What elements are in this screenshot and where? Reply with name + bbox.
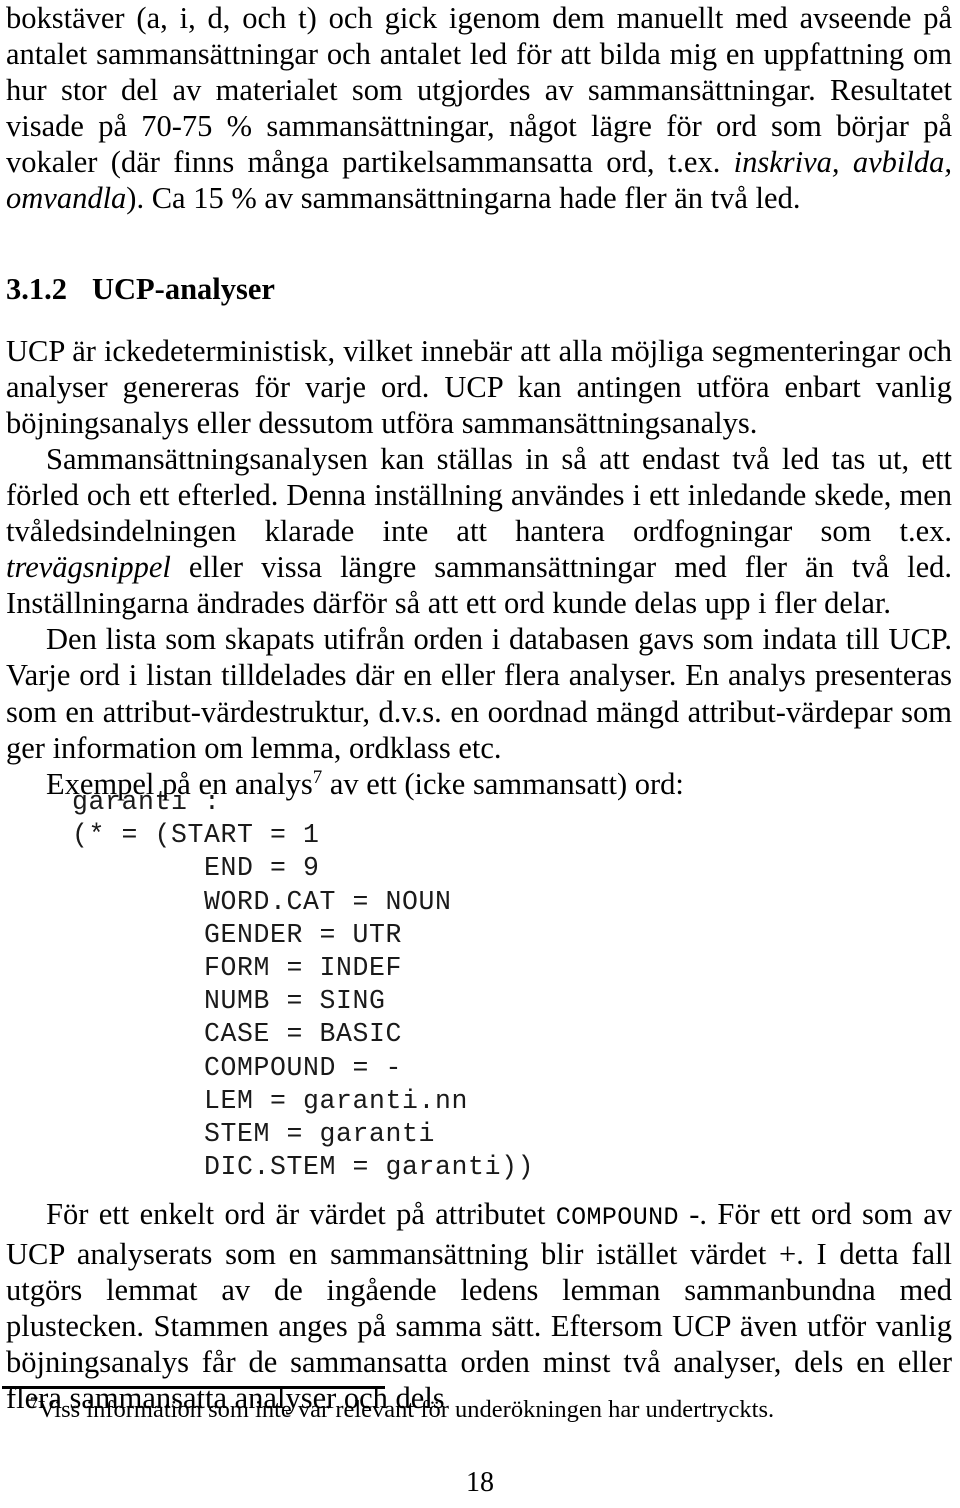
- paragraph-text-part-1: För ett enkelt ord är värdet på attribut…: [46, 1197, 556, 1231]
- paragraph-continued-from-previous-page: bokstäver (a, i, d, och t) och gick igen…: [6, 0, 952, 217]
- document-page: bokstäver (a, i, d, och t) och gick igen…: [0, 0, 960, 1508]
- section-number: 3.1.2: [6, 271, 67, 306]
- footnote-number: 7: [30, 1394, 39, 1412]
- section-heading-3-1-2: 3.1.2 UCP-analyser: [6, 271, 952, 307]
- footnote-body-text: Viss information som inte var relevant f…: [38, 1396, 775, 1423]
- footnote-reference-7[interactable]: 7: [313, 767, 322, 788]
- paragraph-compound-attribute-explanation: För ett enkelt ord är värdet på attribut…: [6, 1196, 952, 1417]
- paragraph-text-part-1: Sammansättningsanalysen kan ställas in s…: [6, 441, 952, 549]
- spacer-after-heading: [6, 307, 952, 333]
- section-title: UCP-analyser: [92, 271, 275, 306]
- footnote-separator-rule: [2, 1386, 385, 1389]
- paragraph-compound-analysis-settings: Sammansättningsanalysen kan ställas in s…: [6, 441, 952, 621]
- paragraph-italic-example-trevagsnippel: trevägsnippel: [6, 550, 171, 585]
- page-body-column: bokstäver (a, i, d, och t) och gick igen…: [6, 0, 952, 802]
- code-example-block: garanti : (* = (START = 1 END = 9 WORD.C…: [72, 786, 534, 1184]
- paragraph-text-part-2: ). Ca 15 % av sammansättningarna hade fl…: [126, 181, 801, 216]
- spacer-before-heading: [6, 217, 952, 271]
- code-example-text: garanti : (* = (START = 1 END = 9 WORD.C…: [72, 787, 535, 1183]
- page-number: 18: [466, 1467, 494, 1498]
- paragraph-word-list-input: Den lista som skapats utifrån orden i da…: [6, 622, 952, 765]
- footnote-area: 7Viss information som inte var relevant …: [2, 1386, 948, 1425]
- inline-code-compound: COMPOUND: [555, 1203, 679, 1232]
- paragraph-ucp-nondeterministic: UCP är ickedeterministisk, vilket innebä…: [6, 333, 952, 440]
- page-body-column-lower: För ett enkelt ord är värdet på attribut…: [6, 1196, 952, 1417]
- footnote-entry-7: 7Viss information som inte var relevant …: [2, 1395, 948, 1425]
